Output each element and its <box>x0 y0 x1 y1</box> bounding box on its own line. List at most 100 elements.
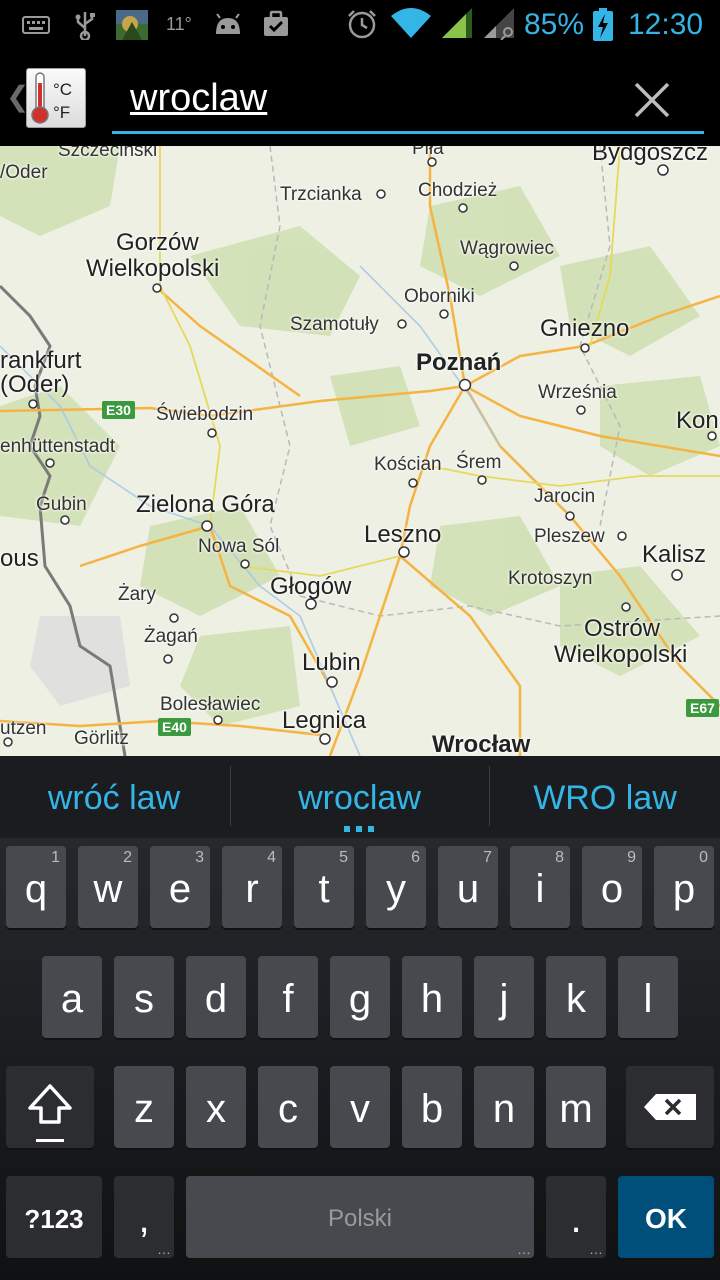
thermometer-celsius-fahrenheit-icon[interactable]: °C °F <box>26 68 86 128</box>
key-z[interactable]: z <box>114 1066 174 1148</box>
map-label[interactable]: Września <box>538 382 617 404</box>
key-s[interactable]: s <box>114 956 174 1038</box>
key-hint: 8 <box>555 849 564 866</box>
key-y[interactable]: y6 <box>366 846 426 928</box>
comma-key[interactable]: ,… <box>114 1176 174 1258</box>
key-v[interactable]: v <box>330 1066 390 1148</box>
map-label[interactable]: Krotoszyn <box>508 568 592 590</box>
key-label: o <box>600 867 624 911</box>
key-e[interactable]: e3 <box>150 846 210 928</box>
map-label[interactable]: enhüttenstadt <box>0 436 115 458</box>
map-label[interactable]: Wrocław <box>432 732 530 757</box>
map-label[interactable]: Leszno <box>364 522 441 548</box>
map-label[interactable]: Śrem <box>456 452 501 474</box>
key-h[interactable]: h <box>402 956 462 1038</box>
map-label[interactable]: Żagań <box>144 626 198 648</box>
key-l[interactable]: l <box>618 956 678 1038</box>
key-hint: 6 <box>411 849 420 866</box>
battery-percent: 85% <box>524 8 585 41</box>
key-i[interactable]: i8 <box>510 846 570 928</box>
symbols-key[interactable]: ?123 <box>6 1176 102 1258</box>
suggestion-item[interactable]: wróć law <box>0 756 228 838</box>
more-keys-dots: … <box>517 1241 531 1257</box>
map-label[interactable]: Wielkopolski <box>554 642 687 668</box>
map-label[interactable]: Legnica <box>282 708 366 734</box>
map-label[interactable]: Zielona Góra <box>136 492 275 518</box>
period-key[interactable]: .… <box>546 1176 606 1258</box>
map-label[interactable]: (Oder) <box>0 372 69 398</box>
key-b[interactable]: b <box>402 1066 462 1148</box>
shift-icon <box>28 1084 72 1124</box>
suggestion-item[interactable]: WRO law <box>490 756 720 838</box>
signal-icon <box>440 6 474 45</box>
map-label[interactable]: Bolesławiec <box>160 694 260 716</box>
key-f[interactable]: f <box>258 956 318 1038</box>
map-label[interactable]: Poznań <box>416 350 501 376</box>
map-label[interactable]: Nowa Sól <box>198 536 279 558</box>
key-p[interactable]: p0 <box>654 846 714 928</box>
key-hint: 4 <box>267 849 276 866</box>
key-x[interactable]: x <box>186 1066 246 1148</box>
key-label: q <box>24 867 48 911</box>
fahrenheit-label: °F <box>53 103 70 122</box>
map-label[interactable]: Wągrowiec <box>460 238 554 260</box>
map-label[interactable]: Szczeciński <box>58 146 157 162</box>
key-w[interactable]: w2 <box>78 846 138 928</box>
map-label[interactable]: Gniezno <box>540 316 629 342</box>
map-label[interactable]: Gorzów <box>116 230 199 256</box>
key-n[interactable]: n <box>474 1066 534 1148</box>
key-c[interactable]: c <box>258 1066 318 1148</box>
key-hint: 9 <box>627 849 636 866</box>
key-a[interactable]: a <box>42 956 102 1038</box>
key-label: y <box>386 867 406 911</box>
space-key[interactable]: Polski … <box>186 1176 534 1258</box>
key-o[interactable]: o9 <box>582 846 642 928</box>
search-field-container <box>112 64 704 134</box>
battery-charging-icon <box>592 8 614 47</box>
map-label[interactable]: Kalisz <box>642 542 706 568</box>
key-q[interactable]: q1 <box>6 846 66 928</box>
key-j[interactable]: j <box>474 956 534 1038</box>
key-hint: 3 <box>195 849 204 866</box>
map-label[interactable]: Kościan <box>374 454 442 476</box>
map-label[interactable]: Wielkopolski <box>86 256 219 282</box>
status-bar: 11° 85% 12:30 <box>0 0 720 50</box>
map-label[interactable]: Głogów <box>270 574 351 600</box>
map-label[interactable]: Żary <box>118 584 156 606</box>
key-k[interactable]: k <box>546 956 606 1038</box>
map-label[interactable]: Oborniki <box>404 286 475 308</box>
clock: 12:30 <box>628 8 704 41</box>
map-label[interactable]: ous <box>0 546 39 572</box>
map-label[interactable]: Ostrów <box>584 616 660 642</box>
key-m[interactable]: m <box>546 1066 606 1148</box>
map-label[interactable]: Bydgoszcz <box>592 146 708 166</box>
map-label[interactable]: Chodzież <box>418 180 497 202</box>
close-icon[interactable] <box>630 78 674 122</box>
map-label[interactable]: Pleszew <box>534 526 605 548</box>
map-label[interactable]: /Oder <box>0 162 48 184</box>
map-label[interactable]: Lubin <box>302 650 361 676</box>
key-d[interactable]: d <box>186 956 246 1038</box>
key-t[interactable]: t5 <box>294 846 354 928</box>
map-label[interactable]: Trzcianka <box>280 184 362 206</box>
backspace-key[interactable] <box>626 1066 714 1148</box>
road-badge: E67 <box>686 699 719 717</box>
shift-key[interactable] <box>6 1066 94 1148</box>
map-label[interactable]: Piła <box>412 146 444 160</box>
map-label[interactable]: Görlitz <box>74 728 129 750</box>
map-label[interactable]: utzen <box>0 718 46 740</box>
more-keys-dots: … <box>157 1241 171 1257</box>
key-r[interactable]: r4 <box>222 846 282 928</box>
space-label: Polski <box>327 1205 393 1232</box>
search-input[interactable] <box>130 70 590 126</box>
map-label[interactable]: Kon <box>676 408 719 434</box>
more-suggestions-icon[interactable] <box>344 826 374 832</box>
map-label[interactable]: Świebodzin <box>156 404 253 426</box>
ok-key[interactable]: OK <box>618 1176 714 1258</box>
key-g[interactable]: g <box>330 956 390 1038</box>
map-label[interactable]: Jarocin <box>534 486 595 508</box>
key-u[interactable]: u7 <box>438 846 498 928</box>
map-label[interactable]: Szamotuły <box>290 314 379 336</box>
map-view[interactable]: Szczeciński /Oder Piła Bydgoszcz Trzcian… <box>0 146 720 756</box>
map-label[interactable]: Gubin <box>36 494 87 516</box>
